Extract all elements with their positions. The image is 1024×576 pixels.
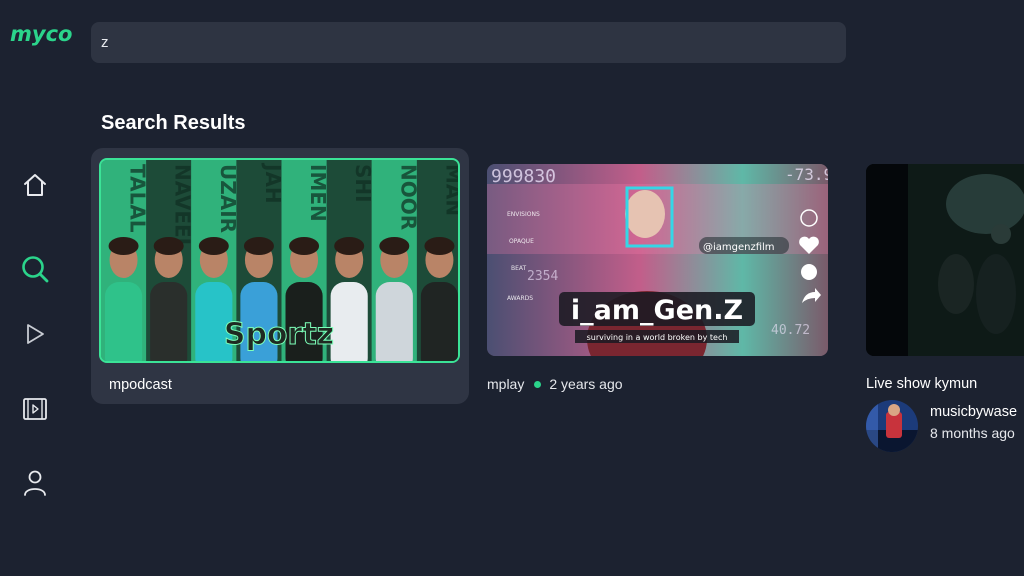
thumbnail-person-hair [153, 237, 184, 255]
more-icon [801, 264, 817, 280]
live-show-thumbnail-art [866, 164, 1024, 356]
home-icon [24, 174, 46, 196]
nav-item-search[interactable] [18, 252, 52, 286]
thumbnail-column-name: UZAIR [216, 164, 240, 233]
laurel-1: ENVISIONS [507, 211, 540, 218]
myco-logo[interactable]: myco [10, 20, 74, 54]
thumbnail-column-name: NOOR [396, 164, 420, 230]
thumbnail-person-body [105, 282, 143, 361]
upload-age: 2 years ago [549, 376, 623, 392]
thumbnail-person-body [330, 282, 368, 361]
thumbnail-person-hair [289, 237, 320, 255]
logo-text: myco [10, 22, 72, 46]
genz-number-3: 2354 [527, 269, 558, 284]
channel-name-musicbywase[interactable]: musicbywase [930, 404, 1017, 420]
search-query-text: z [101, 34, 109, 51]
channel-name[interactable]: mplay [487, 376, 524, 392]
search-input[interactable]: z [91, 22, 846, 63]
separator-dot [534, 381, 542, 388]
result-thumbnail-genz[interactable]: 999830 -73.9 2354 40.72 ENVISIONS OPAQUE… [487, 164, 828, 356]
thumbnail-column-name: TALAL [126, 164, 150, 233]
nav-item-profile[interactable] [18, 466, 52, 500]
thumbnail-column-name: SHI [351, 164, 375, 203]
nav-item-home[interactable] [18, 168, 52, 202]
thumbnail-person-hair [243, 237, 274, 255]
result-meta-genz: mplay 2 years ago [487, 376, 623, 392]
thumbnail-column-name: IMEN [306, 164, 330, 222]
sportz-thumbnail-art: TALAL NAVEEL UZAIR JAH IMEN SHI NOOR MAN Sportz [101, 160, 460, 361]
genz-number-2: -73.9 [785, 165, 828, 184]
nav-item-play[interactable] [18, 317, 52, 351]
nav-item-videos[interactable] [18, 392, 52, 426]
result-thumbnail-live-show[interactable] [866, 164, 1024, 356]
thumbnail-column-name: JAH [261, 162, 285, 204]
thumbnail-person-body [150, 282, 188, 361]
thumbnail-person-hair [198, 237, 229, 255]
thumbnail-person-body [375, 282, 413, 361]
thumbnail-person-body [420, 282, 458, 361]
play-icon [27, 324, 44, 344]
thumbnail-person-hair [334, 237, 365, 255]
genz-thumbnail-title: i_am_Gen.Z [571, 295, 743, 326]
result-title-live-show: Live show kymun [866, 376, 978, 392]
search-icon [22, 256, 49, 283]
result-title-mpodcast: mpodcast [109, 377, 172, 393]
laurel-4: AWARDS [507, 295, 533, 302]
upload-age-live-show: 8 months ago [930, 425, 1015, 441]
genz-number-1: 999830 [491, 166, 556, 187]
video-library-icon [23, 398, 47, 420]
search-results-heading: Search Results [101, 112, 246, 134]
thumbnail-person-hair [108, 237, 139, 255]
laurel-3: BEAT [511, 265, 527, 272]
thumbnail-column-name: MAN [441, 164, 460, 216]
genz-thumbnail-art: 999830 -73.9 2354 40.72 ENVISIONS OPAQUE… [487, 164, 828, 356]
laurel-2: OPAQUE [509, 238, 534, 245]
sportz-thumbnail-title: Sportz [224, 317, 334, 352]
genz-thumbnail-subtitle: surviving in a world broken by tech [587, 333, 728, 342]
genz-handle: @iamgenzfilm [703, 242, 775, 253]
channel-avatar[interactable] [866, 400, 918, 452]
thumbnail-person-hair [424, 237, 455, 255]
genz-number-4: 40.72 [771, 323, 810, 338]
thumbnail-person-hair [379, 237, 410, 255]
profile-icon [24, 470, 46, 496]
result-thumbnail-mpodcast[interactable]: TALAL NAVEEL UZAIR JAH IMEN SHI NOOR MAN Sportz [99, 158, 460, 363]
